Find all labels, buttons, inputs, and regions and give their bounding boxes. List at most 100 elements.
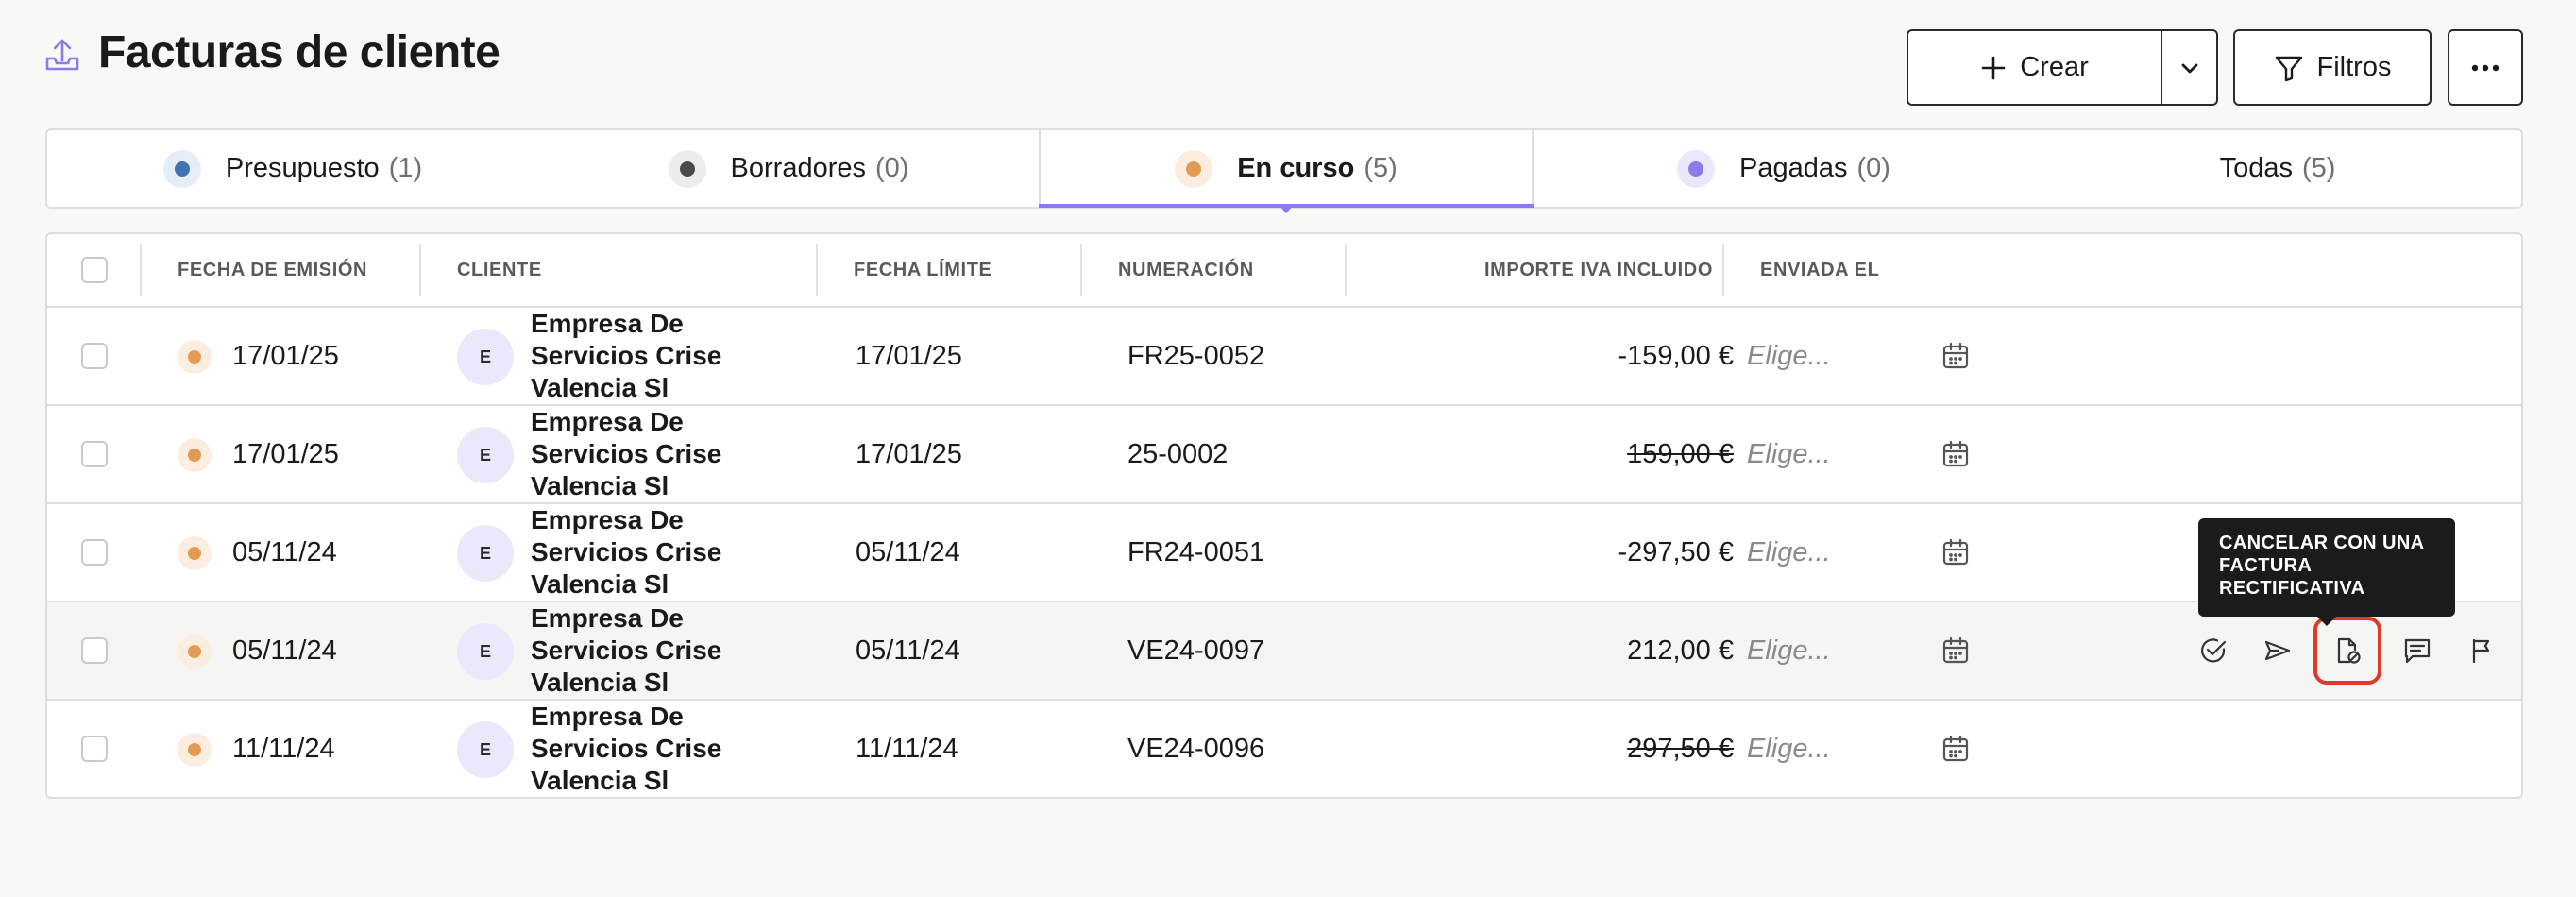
column-header-numeracion[interactable]: NUMERACIÓN [1118, 234, 1254, 306]
fecha-emision: 05/11/24 [232, 635, 337, 666]
tab-status-dot [162, 149, 201, 188]
filtros-button[interactable]: Filtros [2233, 29, 2432, 106]
cancel-with-credit-note-button[interactable] [2313, 617, 2381, 685]
chevron-down-icon [2181, 63, 2197, 73]
fecha-limite: 11/11/24 [856, 733, 958, 764]
enviada-date-input[interactable]: Elige... [1747, 504, 1831, 601]
send-button[interactable] [2246, 617, 2310, 685]
tab-label: Presupuesto [225, 153, 380, 183]
calendar-icon[interactable] [1941, 342, 1970, 370]
column-header-fecha-limite[interactable]: FECHA LÍMITE [854, 234, 991, 306]
comment-icon [2404, 638, 2431, 664]
avatar: E [457, 525, 514, 582]
more-options-button[interactable] [2448, 29, 2523, 106]
table-row[interactable]: 17/01/25 E Empresa De Servicios Crise Va… [47, 308, 2521, 406]
table-row[interactable]: 17/01/25 E Empresa De Servicios Crise Va… [47, 406, 2521, 504]
calendar-icon[interactable] [1941, 440, 1970, 468]
tab-count: (1) [388, 153, 423, 183]
importe: 297,50 € [1627, 733, 1734, 764]
numeracion: 25-0002 [1127, 438, 1229, 469]
active-tab-caret [1280, 206, 1293, 213]
tab-count: (0) [875, 153, 909, 183]
enviada-date-input[interactable]: Elige... [1747, 308, 1831, 404]
tab-en-curso[interactable]: En curso (5) [1039, 130, 1534, 207]
avatar: E [457, 427, 514, 483]
tab-status-dot [1175, 149, 1213, 188]
row-checkbox[interactable] [81, 736, 108, 762]
tab-label: Borradores [730, 153, 866, 183]
numeracion: VE24-0096 [1127, 733, 1265, 764]
crear-button[interactable]: Crear [1907, 29, 2162, 106]
tab-count: (5) [1364, 153, 1398, 183]
table-header: FECHA DE EMISIÓN CLIENTE FECHA LÍMITE NU… [47, 234, 2521, 308]
status-dot [178, 340, 212, 374]
cliente-name[interactable]: Empresa De Servicios Crise Valencia Sl [531, 308, 757, 404]
column-header-fecha-emision[interactable]: FECHA DE EMISIÓN [178, 234, 367, 306]
row-checkbox[interactable] [81, 441, 108, 467]
tab-pagadas[interactable]: Pagadas (0) [1534, 130, 2034, 207]
numeracion: FR24-0051 [1127, 536, 1265, 567]
cliente-name[interactable]: Empresa De Servicios Crise Valencia Sl [531, 602, 757, 699]
tooltip: CANCELAR CON UNA FACTURA RECTIFICATIVA [2198, 518, 2455, 617]
status-dot [178, 536, 212, 570]
row-checkbox[interactable] [81, 637, 108, 664]
row-checkbox[interactable] [81, 539, 108, 566]
status-dot [178, 635, 212, 669]
calendar-icon[interactable] [1941, 735, 1970, 763]
fecha-limite: 17/01/25 [856, 438, 962, 469]
tab-label: Pagadas [1739, 153, 1848, 183]
upload-tray-icon [45, 39, 79, 71]
send-icon [2264, 640, 2291, 661]
page-title: Facturas de cliente [98, 27, 500, 77]
fecha-limite: 05/11/24 [856, 536, 960, 567]
fecha-limite: 17/01/25 [856, 340, 962, 371]
enviada-date-input[interactable]: Elige... [1747, 406, 1831, 502]
table-row[interactable]: 11/11/24 E Empresa De Servicios Crise Va… [47, 701, 2521, 797]
cliente-name[interactable]: Empresa De Servicios Crise Valencia Sl [531, 504, 757, 601]
status-dot [178, 438, 212, 472]
column-header-enviada[interactable]: ENVIADA EL [1760, 234, 1879, 306]
cliente-name[interactable]: Empresa De Servicios Crise Valencia Sl [531, 701, 757, 797]
fecha-emision: 11/11/24 [232, 733, 335, 764]
fecha-emision: 17/01/25 [232, 438, 339, 469]
tab-borradores[interactable]: Borradores (0) [538, 130, 1039, 207]
tab-label: Todas [2219, 153, 2293, 183]
tab-count: (5) [2301, 153, 2336, 183]
column-header-cliente[interactable]: CLIENTE [457, 234, 542, 306]
row-actions [2181, 602, 2514, 699]
calendar-icon[interactable] [1941, 636, 1970, 665]
flag-button[interactable] [2449, 617, 2514, 685]
select-all-checkbox[interactable] [81, 257, 108, 283]
crear-button-label: Crear [2020, 52, 2089, 82]
tab-label: En curso [1237, 153, 1355, 183]
more-horizontal-icon [2471, 64, 2500, 71]
status-dot [178, 733, 212, 767]
enviada-date-input[interactable]: Elige... [1747, 602, 1831, 699]
avatar: E [457, 623, 514, 680]
tooltip-arrow [2317, 617, 2336, 626]
tab-presupuesto[interactable]: Presupuesto (1) [47, 130, 538, 207]
enviada-date-input[interactable]: Elige... [1747, 701, 1831, 797]
avatar: E [457, 721, 514, 778]
numeracion: VE24-0097 [1127, 635, 1265, 666]
filtros-button-label: Filtros [2316, 52, 2392, 82]
fecha-emision: 05/11/24 [232, 536, 337, 567]
document-cancel-icon [2337, 637, 2361, 664]
column-header-importe[interactable]: IMPORTE IVA INCLUIDO [1369, 234, 1713, 306]
table-row[interactable]: 05/11/24 E Empresa De Servicios Crise Va… [47, 602, 2521, 701]
comment-button[interactable] [2385, 617, 2449, 685]
row-checkbox[interactable] [81, 343, 108, 369]
status-tabs: Presupuesto (1) Borradores (0) En curso … [45, 128, 2523, 213]
tab-todas[interactable]: Todas (5) [2034, 130, 2521, 207]
calendar-icon[interactable] [1941, 538, 1970, 567]
check-circle-icon [2201, 638, 2227, 663]
crear-dropdown-button[interactable] [2161, 29, 2218, 106]
importe: 159,00 € [1627, 438, 1734, 469]
table-row[interactable]: 05/11/24 E Empresa De Servicios Crise Va… [47, 504, 2521, 602]
cliente-name[interactable]: Empresa De Servicios Crise Valencia Sl [531, 406, 757, 502]
tab-count: (0) [1856, 153, 1890, 183]
flag-icon [2472, 638, 2490, 664]
tab-status-dot [1677, 149, 1716, 188]
mark-paid-button[interactable] [2181, 617, 2246, 685]
importe: -297,50 € [1618, 536, 1734, 567]
